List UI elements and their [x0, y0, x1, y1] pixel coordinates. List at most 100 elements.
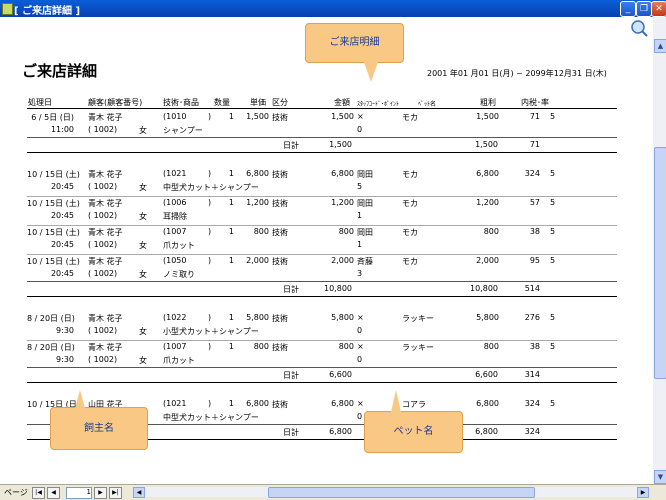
callout-pet-label: ペット名	[393, 426, 434, 437]
code-close-paren: )	[208, 198, 212, 207]
header-rule	[27, 108, 617, 109]
cell-tax: 38	[529, 342, 540, 351]
cell-amount: 2,000	[331, 256, 354, 265]
cell-time: 20:45	[50, 269, 74, 278]
cell-cust-no: ( 1002)	[88, 269, 118, 278]
scroll-right-arrow-icon[interactable]: ▶	[637, 487, 649, 498]
window-title: [ ご来店詳細 ]	[14, 6, 81, 17]
prev-page-button[interactable]: ◀	[47, 487, 60, 499]
zoom-icon[interactable]	[629, 18, 649, 38]
code-close-paren: )	[208, 399, 212, 408]
cell-point: 0	[357, 412, 363, 421]
row-divider	[27, 340, 617, 341]
col-header-date: 処理日	[28, 98, 52, 107]
cell-qty: 1	[228, 112, 234, 121]
cell-tax: 38	[529, 227, 540, 236]
last-page-button[interactable]: ▶|	[109, 487, 122, 499]
cell-date: 10 / 15日 (土)	[27, 257, 80, 266]
cell-item: ノミ取り	[163, 270, 195, 279]
cell-qty: 1	[228, 227, 234, 236]
col-header-amount: 金額	[334, 98, 350, 107]
subtotal-amount: 6,800	[329, 427, 352, 436]
cell-staff: ×	[357, 313, 364, 322]
cell-price: 2,000	[246, 256, 269, 265]
callout-detail: ご来店明細	[305, 23, 404, 82]
cell-date: 10 / 15日 (土)	[27, 170, 80, 179]
cell-date: 10 / 15日 (土)	[27, 199, 80, 208]
subtotal-amount: 1,500	[329, 140, 352, 149]
horizontal-scrollbar[interactable]: ◀ ▶	[133, 487, 649, 498]
callout-owner-label: 飼主名	[84, 423, 114, 434]
cell-time: 20:45	[50, 182, 74, 191]
cell-rate: 5	[550, 256, 556, 265]
scroll-up-arrow-icon[interactable]: ▲	[654, 39, 666, 53]
cell-code: (1010	[163, 112, 187, 121]
cell-amount: 1,200	[331, 198, 354, 207]
cell-profit: 1,200	[476, 198, 499, 207]
cell-point: 1	[357, 240, 363, 249]
cell-time: 9:30	[56, 355, 74, 364]
cell-price: 1,500	[246, 112, 269, 121]
vertical-scroll-thumb[interactable]	[654, 147, 666, 379]
cell-name: 青木 花子	[88, 314, 123, 323]
cell-kubun: 技術	[272, 257, 288, 266]
cell-amount: 800	[338, 342, 354, 351]
subtotal-label: 日計	[283, 285, 299, 294]
cell-cust-no: ( 1002)	[88, 125, 118, 134]
next-page-button[interactable]: ▶	[94, 487, 107, 499]
cell-point: 3	[357, 269, 363, 278]
close-button[interactable]: ✕	[651, 1, 666, 17]
cell-tax: 95	[529, 256, 540, 265]
cell-amount: 800	[338, 227, 354, 236]
subtotal-tax: 314	[524, 370, 540, 379]
cell-rate: 5	[550, 399, 556, 408]
group-bottom-rule	[27, 382, 617, 383]
cell-gender: 女	[139, 327, 147, 336]
cell-cust-no: ( 1002)	[88, 182, 118, 191]
cell-item: 爪カット	[163, 356, 195, 365]
page-number-field[interactable]: 1	[66, 487, 92, 499]
subtotal-label: 日計	[283, 141, 299, 150]
minimize-button[interactable]: _	[620, 1, 636, 17]
cell-rate: 5	[550, 169, 556, 178]
cell-item: 中型犬カット＋シャンプー	[163, 183, 259, 192]
cell-staff: 岡田	[357, 228, 373, 237]
first-page-button[interactable]: |◀	[32, 487, 45, 499]
code-close-paren: )	[208, 256, 212, 265]
cell-code: (1007	[163, 342, 187, 351]
cell-code: (1021	[163, 399, 187, 408]
cell-staff: 岡田	[357, 170, 373, 179]
cell-rate: 5	[550, 227, 556, 236]
cell-tax: 57	[529, 198, 540, 207]
cell-kubun: 技術	[272, 314, 288, 323]
cell-staff: 斉藤	[357, 257, 373, 266]
cell-staff: ×	[357, 399, 364, 408]
horizontal-scroll-thumb[interactable]	[268, 487, 535, 498]
restore-button[interactable]: ❐	[636, 1, 652, 17]
cell-item: 耳掃除	[163, 212, 187, 221]
vertical-scrollbar[interactable]: ▲ ▼	[653, 17, 666, 484]
cell-item: 中型犬カット＋シャンプー	[163, 413, 259, 422]
cell-price: 6,800	[246, 399, 269, 408]
scroll-left-arrow-icon[interactable]: ◀	[133, 487, 145, 498]
subtotal-rule	[27, 281, 617, 282]
code-close-paren: )	[208, 313, 212, 322]
callout-owner: 飼主名	[50, 390, 148, 450]
callout-owner-pointer	[75, 390, 85, 408]
cell-kubun: 技術	[272, 400, 288, 409]
page-label: ページ	[4, 488, 28, 497]
col-header-staff-point: ｽﾀｯﾌｺｰﾄﾞ･ﾎﾟｲﾝﾄ	[357, 101, 400, 108]
cell-kubun: 技術	[272, 228, 288, 237]
cell-staff: 岡田	[357, 199, 373, 208]
subtotal-amount: 6,600	[329, 370, 352, 379]
cell-gender: 女	[139, 356, 147, 365]
cell-cust-no: ( 1002)	[88, 326, 118, 335]
cell-pet: コアラ	[402, 400, 426, 409]
cell-name: 青木 花子	[88, 343, 123, 352]
scroll-down-arrow-icon[interactable]: ▼	[654, 470, 666, 484]
cell-pet: モカ	[402, 170, 418, 179]
cell-pet: モカ	[402, 257, 418, 266]
callout-pet: ペット名	[364, 390, 463, 453]
cell-name: 青木 花子	[88, 257, 123, 266]
col-header-customer: 顧客(顧客番号)	[88, 98, 143, 107]
